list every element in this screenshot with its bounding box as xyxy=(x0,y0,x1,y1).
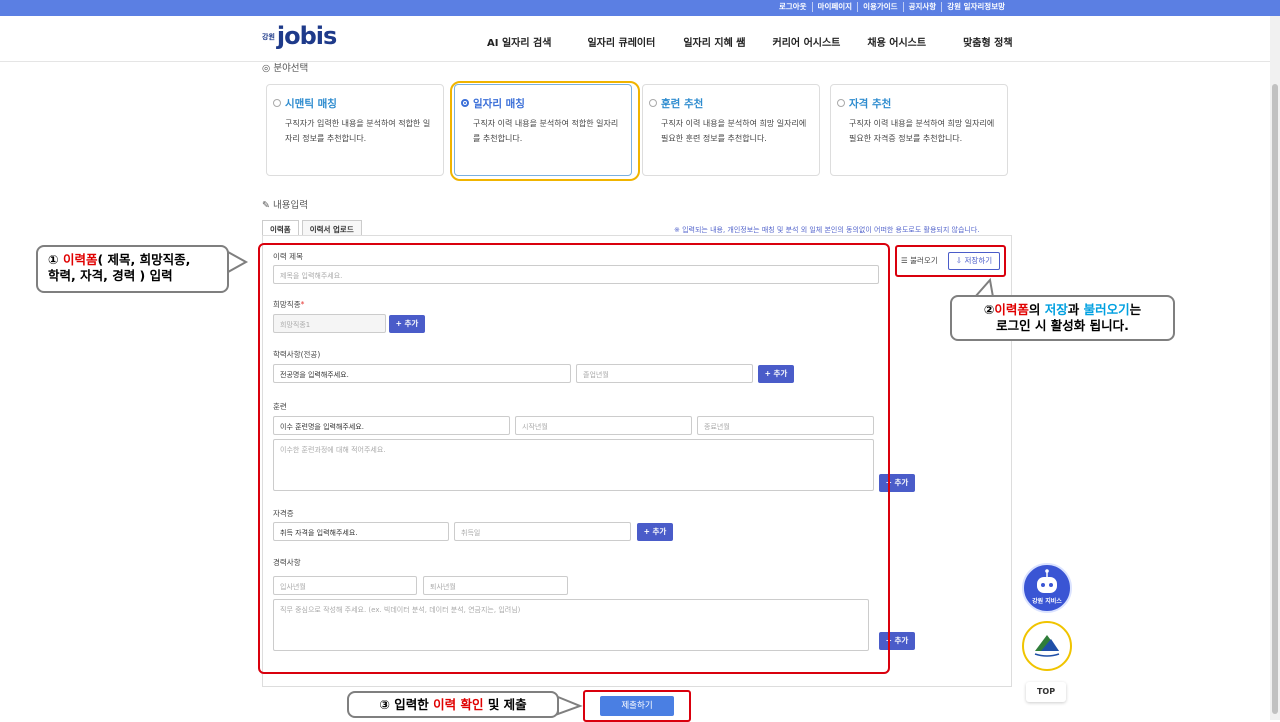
gangwon-emblem-button[interactable] xyxy=(1022,621,1072,671)
callout3-red: 이력 확인 xyxy=(433,697,484,712)
callout-resume-form: ① 이력폼( 제목, 희망직종, 학력, 자격, 경력 ) 입력 xyxy=(36,245,229,293)
callout2-line2: 로그인 시 활성화 됩니다. xyxy=(996,318,1129,333)
chatbot-button[interactable]: 강원 지비스 xyxy=(1022,563,1072,613)
callout3-prefix: ③ 입력한 xyxy=(379,697,434,712)
callout1-red: 이력폼 xyxy=(62,252,98,267)
callout2-mid1: 의 xyxy=(1028,302,1045,317)
gangwon-emblem-icon xyxy=(1034,635,1060,657)
callout2-red: 이력폼 xyxy=(994,302,1029,317)
scroll-top-button[interactable]: TOP xyxy=(1026,682,1066,702)
callout3-arrow xyxy=(557,695,583,716)
callout-arrows xyxy=(227,250,995,716)
chatbot-label: 강원 지비스 xyxy=(1032,598,1062,605)
callout2-blue2: 불러오기 xyxy=(1083,302,1130,317)
callout1-rest: ( 제목, 희망직종, xyxy=(97,252,191,267)
callout2-mid2: 과 xyxy=(1067,302,1084,317)
callout3-end: 및 제출 xyxy=(483,697,527,712)
callout2-num: ② xyxy=(983,302,995,317)
callout-save-load: ②이력폼의 저장과 불러오기는 로그인 시 활성화 됩니다. xyxy=(950,295,1175,341)
callout1-line2: 학력, 자격, 경력 ) 입력 xyxy=(48,268,173,283)
callout1-num: ① xyxy=(48,252,63,267)
callout1-arrow xyxy=(227,250,249,274)
callout2-blue1: 저장 xyxy=(1044,302,1068,317)
callout-submit: ③ 입력한 이력 확인 및 제출 xyxy=(347,691,559,718)
callout2-end: 는 xyxy=(1129,302,1142,317)
